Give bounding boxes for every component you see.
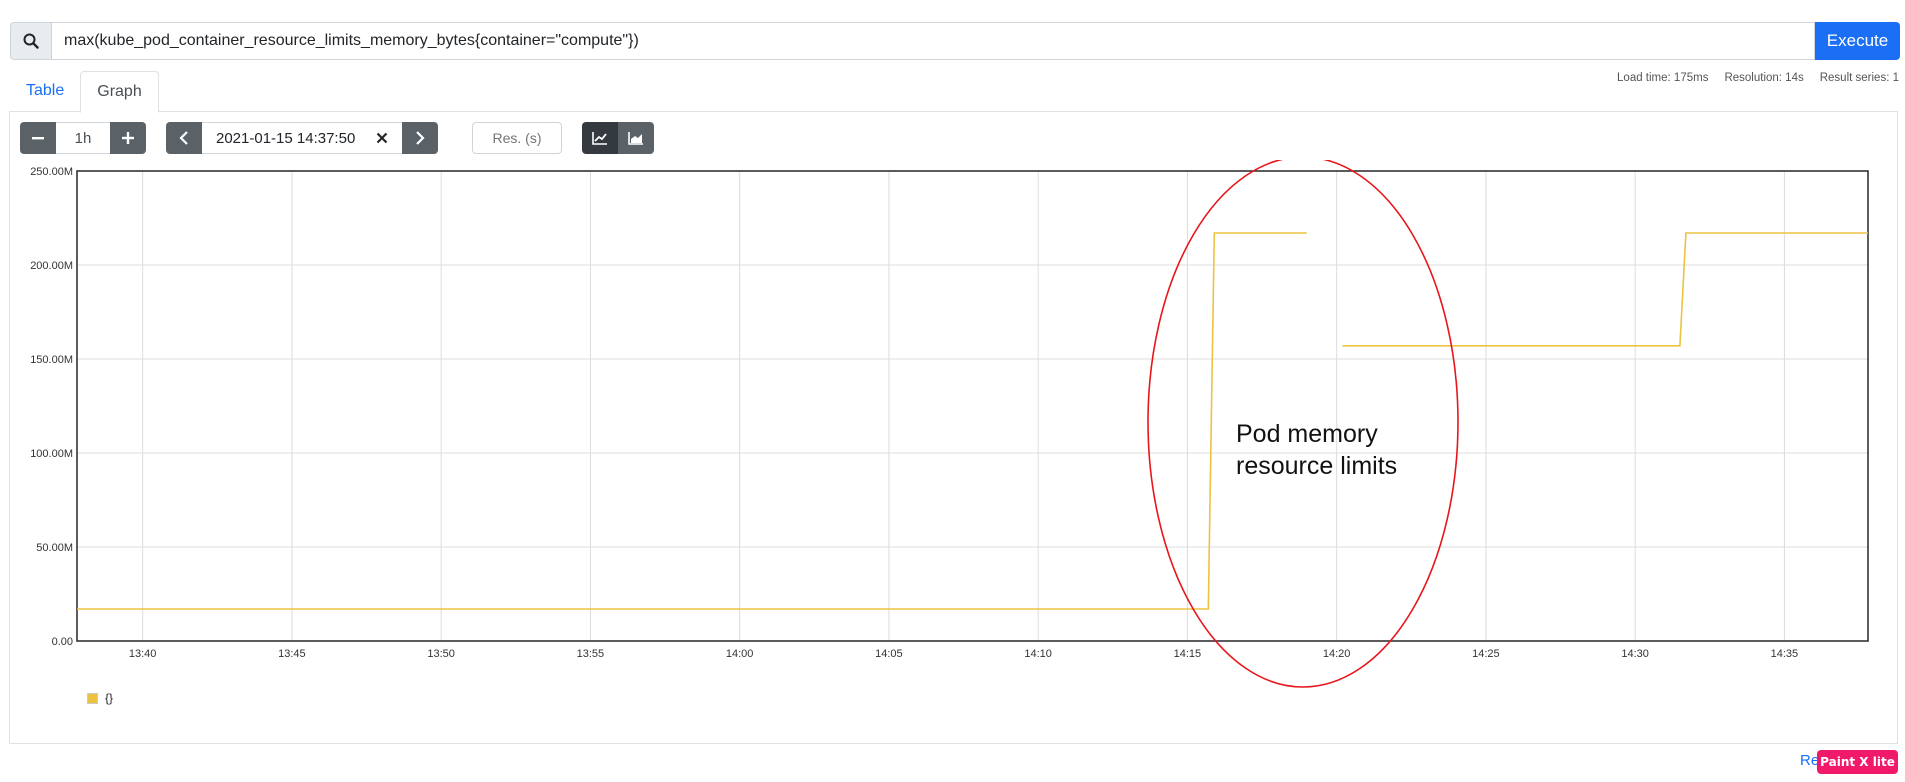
x-tick-label: 14:15 <box>1174 648 1202 660</box>
x-tick-label: 14:20 <box>1323 648 1351 660</box>
next-time-button[interactable] <box>402 122 438 154</box>
y-tick-label: 0.00 <box>52 636 73 648</box>
decrease-range-button[interactable] <box>20 122 56 154</box>
time-series-graph[interactable]: 0.00 50.00M 100.00M 150.00M 200.00M 250.00M 13… <box>0 160 1905 700</box>
execute-button[interactable]: Execute <box>1815 22 1900 60</box>
load-time: Load time: 175ms <box>1617 72 1709 84</box>
resolution-input[interactable] <box>472 122 562 154</box>
annotation-line-2: resource limits <box>1236 452 1398 480</box>
query-input[interactable] <box>51 22 1815 60</box>
y-tick-label: 100.00M <box>30 448 73 460</box>
plus-icon <box>122 132 134 144</box>
annotation-line-1: Pod memory <box>1236 420 1378 448</box>
stacked-chart-button[interactable] <box>618 122 654 154</box>
series-line <box>77 232 1307 610</box>
plot-border <box>76 170 1869 642</box>
query-stats: Load time: 175ms Resolution: 14s Result … <box>1617 72 1899 84</box>
minus-icon <box>32 137 44 140</box>
x-tick-label: 14:05 <box>875 648 903 660</box>
close-icon[interactable] <box>376 132 388 144</box>
x-tick-label: 14:00 <box>726 648 754 660</box>
search-icon[interactable] <box>10 22 51 60</box>
y-tick-label: 250.00M <box>30 166 73 178</box>
line-chart-icon <box>592 132 607 145</box>
graph-controls: 2021-01-15 14:37:50 <box>20 122 654 154</box>
increase-range-button[interactable] <box>110 122 146 154</box>
x-tick-label: 13:45 <box>278 648 306 660</box>
legend: {} <box>87 691 113 705</box>
tab-bar: Table Graph <box>10 71 159 113</box>
x-tick-label: 13:40 <box>129 648 157 660</box>
result-series: Result series: 1 <box>1819 72 1899 84</box>
legend-label: {} <box>105 691 114 705</box>
x-tick-label: 14:35 <box>1771 648 1799 660</box>
x-tick-label: 14:25 <box>1472 648 1500 660</box>
x-tick-label: 14:10 <box>1024 648 1052 660</box>
annotation-text: Pod memory resource limits <box>1236 418 1436 482</box>
paint-x-lite-badge: Paint X lite <box>1817 750 1898 774</box>
legend-swatch[interactable] <box>87 692 98 704</box>
x-tick-label: 14:30 <box>1621 648 1649 660</box>
x-tick-label: 13:55 <box>577 648 605 660</box>
stacked-chart-icon <box>628 132 643 145</box>
x-tick-label: 13:50 <box>427 648 455 660</box>
tab-table[interactable]: Table <box>10 71 80 111</box>
end-time-value: 2021-01-15 14:37:50 <box>216 129 356 147</box>
resolution: Resolution: 14s <box>1724 72 1804 84</box>
y-tick-label: 50.00M <box>36 542 73 554</box>
range-input[interactable] <box>56 122 110 154</box>
query-bar: Execute <box>10 22 1900 60</box>
tab-graph[interactable]: Graph <box>80 71 159 113</box>
previous-time-button[interactable] <box>166 122 202 154</box>
end-time-input[interactable]: 2021-01-15 14:37:50 <box>202 122 402 154</box>
y-tick-label: 200.00M <box>30 260 73 272</box>
line-chart-button[interactable] <box>582 122 618 154</box>
chevron-right-icon <box>416 131 425 145</box>
chevron-left-icon <box>179 131 188 145</box>
y-tick-label: 150.00M <box>30 354 73 366</box>
